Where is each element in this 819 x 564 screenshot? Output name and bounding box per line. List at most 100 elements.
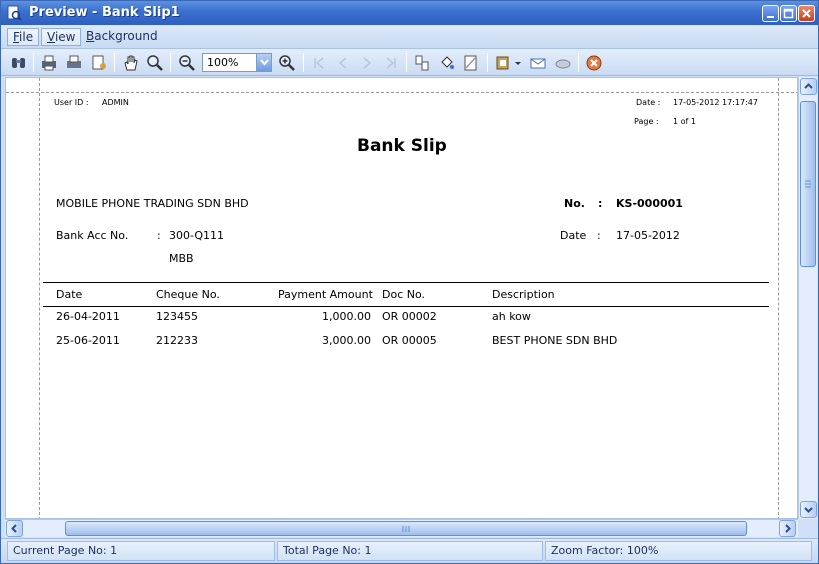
menu-bar: File View Background <box>1 25 818 49</box>
page-margin-left <box>39 78 40 518</box>
slip-date-colon: : <box>597 229 601 242</box>
watermark-button[interactable] <box>461 53 481 73</box>
row-date: 26-04-2011 <box>56 310 120 323</box>
minimize-button[interactable] <box>762 5 779 22</box>
minimize-icon <box>767 16 774 18</box>
find-button[interactable] <box>9 53 29 73</box>
table-header-rule <box>43 306 769 307</box>
hand-tool-button[interactable] <box>121 53 141 73</box>
page-value: 1 of 1 <box>673 117 696 126</box>
next-page-button <box>357 53 377 73</box>
page-margin-right <box>778 78 779 518</box>
horizontal-scrollbar[interactable] <box>5 519 798 537</box>
magnify-button[interactable] <box>145 53 165 73</box>
print-date-label: Date : <box>636 98 661 107</box>
next-page-icon <box>363 57 372 69</box>
title-bar: Preview - Bank Slip1 <box>1 1 818 25</box>
zoom-in-button[interactable] <box>277 53 297 73</box>
slip-no-value: KS-000001 <box>616 197 683 210</box>
page-label: Page : <box>634 117 659 126</box>
print-date-value: 17-05-2012 17:17:47 <box>673 98 758 107</box>
close-icon <box>802 9 811 18</box>
page-setup-button[interactable] <box>89 53 109 73</box>
scroll-down-button[interactable] <box>800 501 817 518</box>
total-page-status: Total Page No: 1 <box>277 541 543 561</box>
table-top-rule <box>43 282 769 283</box>
row-date: 25-06-2011 <box>56 334 120 347</box>
fill-color-button[interactable] <box>437 53 457 73</box>
vertical-scrollbar[interactable] <box>798 77 817 519</box>
preview-window: Preview - Bank Slip1 File View Backgroun… <box>0 0 819 564</box>
export-button[interactable] <box>494 53 514 73</box>
paint-bucket-icon <box>441 56 454 69</box>
col-header-doc: Doc No. <box>382 288 426 301</box>
caret-down-icon <box>515 62 521 65</box>
zoom-value: 100% <box>207 56 239 69</box>
bank-name: MBB <box>169 252 194 265</box>
slip-date-label: Date <box>560 229 587 242</box>
user-id-label: User ID : <box>54 98 89 107</box>
vertical-scroll-thumb[interactable] <box>800 101 816 267</box>
menu-file[interactable]: File <box>7 28 40 46</box>
export-dropdown-button[interactable] <box>513 53 523 73</box>
bank-acc-colon: : <box>157 229 161 242</box>
current-page-status: Current Page No: 1 <box>7 541 275 561</box>
watermark-icon <box>464 55 477 71</box>
maximize-button[interactable] <box>780 5 797 22</box>
first-page-icon <box>314 57 324 69</box>
menu-background[interactable]: Background <box>81 28 163 46</box>
menu-view[interactable]: View <box>41 28 82 46</box>
row-amount: 1,000.00 <box>322 310 371 323</box>
envelope-icon <box>530 58 546 69</box>
page-layout-icon <box>415 55 429 71</box>
status-bar: Current Page No: 1 Total Page No: 1 Zoom… <box>1 538 818 563</box>
toolbar: 100% <box>1 49 818 76</box>
cloud-icon <box>555 59 571 69</box>
close-button[interactable] <box>798 5 815 22</box>
export-icon <box>496 56 509 70</box>
scroll-up-button[interactable] <box>800 78 817 95</box>
last-page-button <box>381 53 401 73</box>
toolbar-separator <box>33 53 34 72</box>
print-setup-button[interactable] <box>39 53 59 73</box>
row-cheque: 123455 <box>156 310 198 323</box>
print-button[interactable] <box>64 53 84 73</box>
horizontal-scroll-thumb[interactable] <box>65 521 747 536</box>
hand-icon <box>124 55 138 71</box>
slip-no-colon: : <box>598 197 603 210</box>
zoom-out-button[interactable] <box>177 53 197 73</box>
toolbar-separator <box>487 53 488 72</box>
open-file-button[interactable] <box>553 53 573 73</box>
toolbar-separator <box>578 53 579 72</box>
grip-icon <box>402 526 410 532</box>
scroll-left-button[interactable] <box>6 520 23 537</box>
chevron-up-icon <box>804 83 813 89</box>
zoom-dropdown-button[interactable] <box>256 54 271 71</box>
maximize-icon <box>783 8 794 19</box>
report-viewport[interactable]: User ID : ADMIN Date : 17-05-2012 17:17:… <box>5 77 798 519</box>
toolbar-separator <box>114 53 115 72</box>
company-name: MOBILE PHONE TRADING SDN BHD <box>56 197 249 210</box>
preview-app-icon <box>7 5 22 21</box>
printer-icon <box>67 55 81 68</box>
zoom-select[interactable]: 100% <box>202 53 272 72</box>
close-preview-button[interactable] <box>584 53 604 73</box>
zoom-factor-status: Zoom Factor: 100% <box>545 541 812 561</box>
slip-no-label: No. <box>564 197 585 210</box>
page-margin-top <box>6 92 797 93</box>
col-header-amount: Payment Amount <box>278 288 373 301</box>
row-cheque: 212233 <box>156 334 198 347</box>
user-id-value: ADMIN <box>102 98 129 107</box>
chevron-left-icon <box>11 524 17 533</box>
page-setup-icon <box>92 55 106 70</box>
row-description: BEST PHONE SDN BHD <box>492 334 618 347</box>
bank-acc-label: Bank Acc No. <box>56 229 129 242</box>
scroll-right-button[interactable] <box>779 520 796 537</box>
zoom-in-icon <box>279 55 295 71</box>
email-button[interactable] <box>528 53 548 73</box>
row-doc: OR 00005 <box>382 334 437 347</box>
scrollbar-corner <box>798 519 817 537</box>
page-layout-button[interactable] <box>412 53 432 73</box>
col-header-description: Description <box>492 288 555 301</box>
chevron-down-icon <box>260 59 269 66</box>
